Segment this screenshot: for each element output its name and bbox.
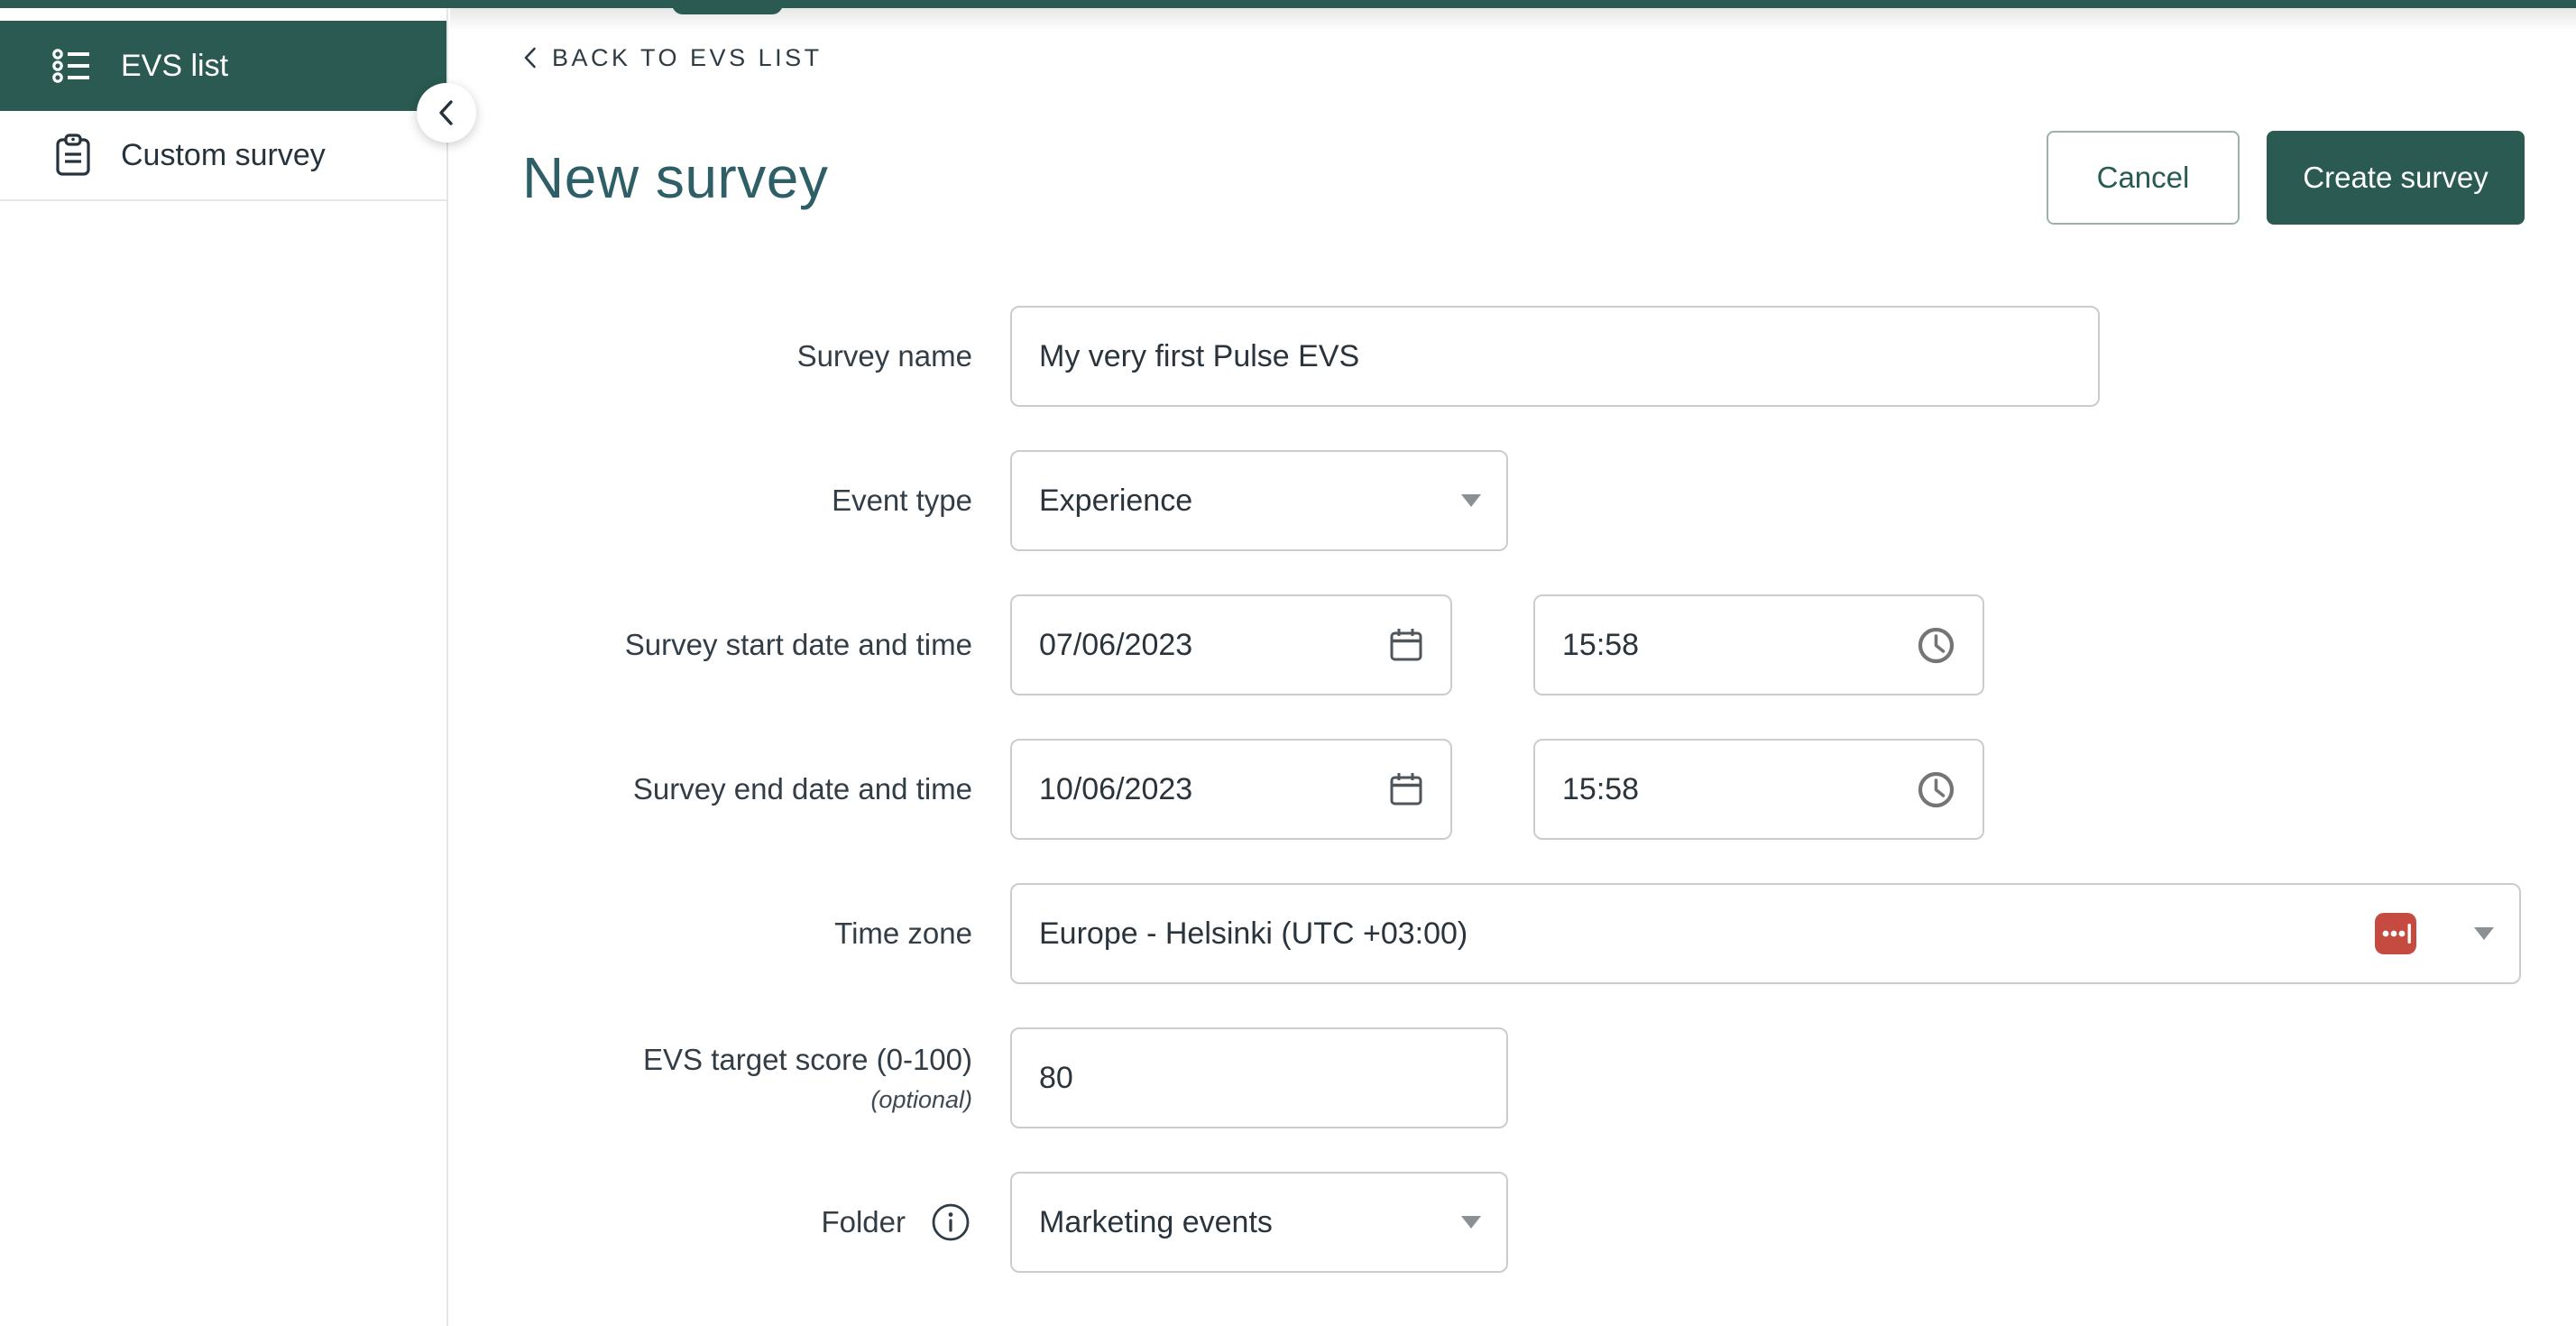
- topbar-tab-notch: [672, 0, 783, 14]
- event-type-label: Event type: [450, 483, 972, 518]
- create-survey-button[interactable]: Create survey: [2267, 131, 2525, 225]
- form-row-survey-end: Survey end date and time: [450, 739, 2576, 840]
- clock-icon[interactable]: [1915, 624, 1957, 667]
- chevron-left-icon: [435, 95, 458, 131]
- sidebar-item-evs-list[interactable]: EVS list: [0, 21, 446, 111]
- form-row-target-score: EVS target score (0-100) (optional): [450, 1027, 2576, 1128]
- survey-start-label: Survey start date and time: [450, 628, 972, 662]
- form-row-survey-start: Survey start date and time: [450, 594, 2576, 695]
- clipboard-icon: [52, 133, 94, 178]
- sidebar: EVS list Custom survey: [0, 8, 448, 1326]
- end-time-input[interactable]: [1562, 772, 1915, 807]
- clock-icon[interactable]: [1915, 769, 1957, 811]
- lastpass-icon[interactable]: [2375, 913, 2416, 954]
- start-time-input[interactable]: [1562, 628, 1915, 663]
- target-score-input[interactable]: [1039, 1061, 1481, 1096]
- survey-name-label: Survey name: [450, 339, 972, 373]
- form-row-time-zone: Time zone Europe - Helsinki (UTC +03:00): [450, 883, 2576, 984]
- folder-value: Marketing events: [1039, 1205, 1273, 1240]
- survey-end-label: Survey end date and time: [450, 772, 972, 806]
- form-row-event-type: Event type Experience: [450, 450, 2576, 551]
- target-score-optional-label: (optional): [870, 1086, 972, 1114]
- start-date-field[interactable]: [1010, 594, 1452, 695]
- page-title: New survey: [522, 144, 828, 211]
- sidebar-item-label: EVS list: [121, 49, 228, 84]
- time-zone-label: Time zone: [450, 916, 972, 951]
- new-survey-form: Survey name Event type Experience Survey…: [450, 306, 2576, 1273]
- page-header: New survey Cancel Create survey: [522, 131, 2525, 225]
- main-area: BACK TO EVS LIST New survey Cancel Creat…: [450, 8, 2576, 1326]
- cancel-button[interactable]: Cancel: [2047, 131, 2240, 225]
- time-zone-value: Europe - Helsinki (UTC +03:00): [1039, 916, 1467, 952]
- folder-select[interactable]: Marketing events: [1010, 1172, 1508, 1273]
- target-score-label: EVS target score (0-100): [643, 1043, 972, 1077]
- end-date-field[interactable]: [1010, 739, 1452, 840]
- event-type-value: Experience: [1039, 483, 1192, 519]
- event-type-select[interactable]: Experience: [1010, 450, 1508, 551]
- caret-down-icon: [1461, 494, 1481, 507]
- form-row-survey-name: Survey name: [450, 306, 2576, 407]
- form-row-folder: Folder Marketing events: [450, 1172, 2576, 1273]
- list-icon: [52, 47, 94, 85]
- sidebar-collapse-button[interactable]: [417, 83, 476, 143]
- top-bar: [0, 0, 2576, 8]
- start-date-input[interactable]: [1039, 628, 1387, 663]
- back-link-label: BACK TO EVS LIST: [552, 44, 823, 72]
- survey-name-field[interactable]: [1010, 306, 2100, 407]
- caret-down-icon: [1461, 1216, 1481, 1229]
- calendar-icon[interactable]: [1387, 626, 1425, 664]
- info-icon[interactable]: [929, 1201, 972, 1244]
- folder-label: Folder: [821, 1205, 906, 1239]
- sidebar-item-label: Custom survey: [121, 138, 326, 173]
- caret-down-icon: [2474, 927, 2494, 940]
- sidebar-item-custom-survey[interactable]: Custom survey: [0, 111, 446, 201]
- end-time-field[interactable]: [1533, 739, 1984, 840]
- start-time-field[interactable]: [1533, 594, 1984, 695]
- calendar-icon[interactable]: [1387, 770, 1425, 808]
- time-zone-select[interactable]: Europe - Helsinki (UTC +03:00): [1010, 883, 2521, 984]
- back-to-evs-list-link[interactable]: BACK TO EVS LIST: [522, 42, 823, 73]
- survey-name-input[interactable]: [1039, 339, 2073, 374]
- end-date-input[interactable]: [1039, 772, 1387, 807]
- target-score-field[interactable]: [1010, 1027, 1508, 1128]
- chevron-left-icon: [522, 45, 538, 70]
